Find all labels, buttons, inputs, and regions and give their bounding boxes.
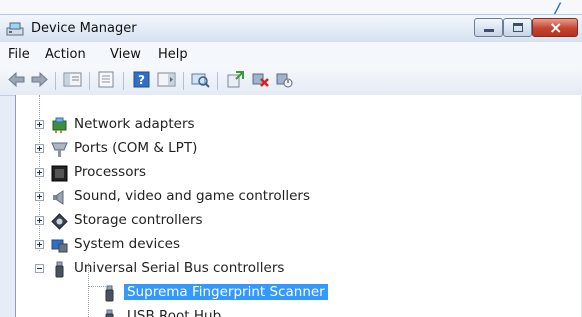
- minimize-button[interactable]: [474, 18, 503, 37]
- uninstall-icon[interactable]: [251, 71, 270, 88]
- tree-item-label: Ports (COM & LPT): [74, 140, 198, 156]
- menu-help[interactable]: Help: [158, 47, 188, 62]
- toolbar-separator: [55, 72, 56, 90]
- speaker-icon: [53, 190, 64, 205]
- expand-icon[interactable]: [35, 240, 44, 249]
- usb-icon: [55, 261, 64, 278]
- show-hide-tree-icon[interactable]: [63, 71, 82, 88]
- expand-icon[interactable]: [35, 192, 44, 201]
- close-button[interactable]: ×: [532, 18, 578, 37]
- menu-bar: File Action View Help: [0, 42, 582, 65]
- toolbar-separator: [183, 72, 184, 90]
- expand-icon[interactable]: [35, 216, 44, 225]
- tree-item-label: System devices: [74, 236, 181, 252]
- tree-item-label: Network adapters: [74, 116, 195, 132]
- device-tree: Network adapters Ports (COM & LPT) Proce…: [15, 95, 582, 317]
- device-manager-window: Device Manager × File Action View Help ?…: [0, 14, 582, 317]
- scan-hardware-icon[interactable]: [191, 71, 210, 88]
- back-icon[interactable]: [7, 71, 26, 88]
- usb-device-icon: [105, 285, 114, 302]
- storage-icon: [51, 213, 68, 230]
- window-title: Device Manager: [31, 21, 137, 36]
- menu-action[interactable]: Action: [45, 47, 86, 62]
- system-devices-icon: [51, 239, 68, 253]
- tree-item-storage[interactable]: Storage controllers: [16, 210, 576, 234]
- tree-item-label-selected: Suprema Fingerprint Scanner: [124, 284, 328, 300]
- help-icon[interactable]: ?: [132, 71, 151, 88]
- tree-item-label: Processors: [74, 164, 147, 180]
- minimize-icon: [484, 29, 494, 32]
- tree-item-ports[interactable]: Ports (COM & LPT): [16, 138, 576, 162]
- tree-item-processors[interactable]: Processors: [16, 162, 576, 186]
- menu-view[interactable]: View: [110, 47, 141, 62]
- toolbar-separator: [89, 72, 90, 90]
- tree-item-usb-root-hub[interactable]: USB Root Hub: [16, 306, 576, 317]
- tree-item-suprema-fingerprint-scanner[interactable]: Suprema Fingerprint Scanner: [16, 282, 576, 306]
- tree-item-usb-controllers[interactable]: Universal Serial Bus controllers: [16, 258, 576, 282]
- tree-item-system-devices[interactable]: System devices: [16, 234, 576, 258]
- title-bar[interactable]: Device Manager ×: [0, 15, 582, 42]
- network-adapter-icon: [52, 117, 67, 133]
- collapse-icon[interactable]: [35, 264, 44, 273]
- processor-icon: [51, 165, 68, 182]
- device-manager-icon: [6, 22, 24, 36]
- action-pane-icon[interactable]: [157, 71, 176, 88]
- forward-icon[interactable]: [30, 71, 49, 88]
- expand-icon[interactable]: [35, 144, 44, 153]
- expand-icon[interactable]: [35, 168, 44, 177]
- update-driver-icon[interactable]: [226, 71, 245, 88]
- maximize-button[interactable]: [503, 18, 532, 37]
- disable-device-icon[interactable]: [275, 71, 294, 88]
- tree-item-label: Universal Serial Bus controllers: [74, 260, 285, 276]
- svg-text:?: ?: [138, 73, 145, 87]
- tree-item-network-adapters[interactable]: Network adapters: [16, 114, 576, 138]
- port-icon: [51, 142, 68, 157]
- maximize-icon: [513, 23, 523, 32]
- menu-file[interactable]: File: [8, 47, 30, 62]
- tree-item-sound[interactable]: Sound, video and game controllers: [16, 186, 576, 210]
- toolbar: ?: [0, 65, 582, 96]
- properties-icon[interactable]: [97, 71, 116, 88]
- tree-item-label: Sound, video and game controllers: [74, 188, 310, 204]
- close-icon: ×: [549, 18, 563, 37]
- toolbar-separator: [217, 72, 218, 90]
- expand-icon[interactable]: [35, 120, 44, 129]
- toolbar-separator: [123, 72, 124, 90]
- tree-item-label: Storage controllers: [74, 212, 203, 228]
